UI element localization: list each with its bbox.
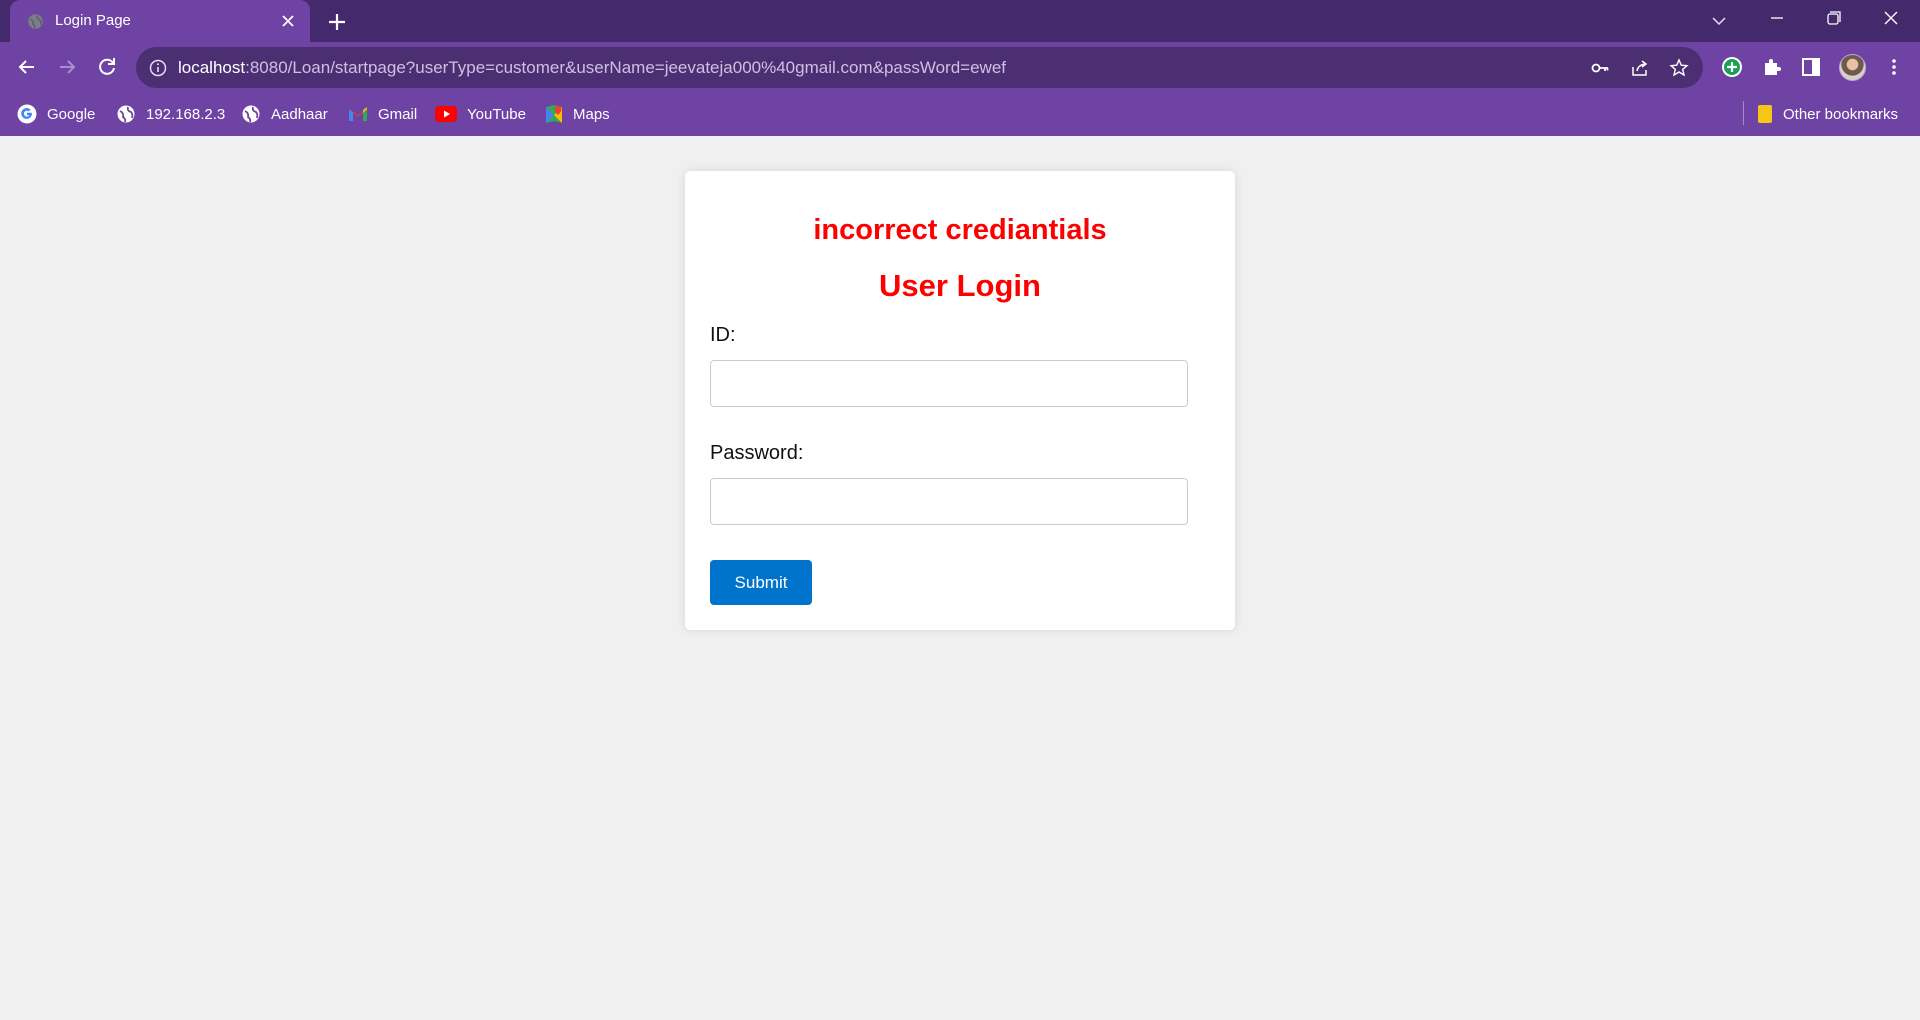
- login-card: incorrect crediantials User Login ID: Pa…: [685, 171, 1235, 630]
- globe-icon: [28, 14, 43, 29]
- browser-toolbar: localhost:8080/Loan/startpage?userType=c…: [0, 42, 1920, 92]
- star-bookmark-icon[interactable]: [1669, 58, 1689, 78]
- error-message: incorrect crediantials: [813, 214, 1107, 246]
- bookmark-google[interactable]: Google: [17, 102, 95, 126]
- other-bookmarks[interactable]: Other bookmarks: [1757, 102, 1898, 126]
- bookmarks-divider: [1743, 101, 1744, 125]
- side-panel-icon[interactable]: [1799, 55, 1823, 79]
- tab-title: Login Page: [55, 12, 131, 29]
- id-label: ID:: [710, 324, 736, 346]
- profile-avatar[interactable]: [1839, 54, 1866, 81]
- bookmark-192-168-2-3[interactable]: 192.168.2.3: [116, 102, 225, 126]
- more-menu-icon[interactable]: [1882, 55, 1906, 79]
- extension-plus-icon[interactable]: [1720, 55, 1744, 79]
- close-tab-icon[interactable]: [276, 9, 300, 33]
- maps-icon: [546, 105, 562, 123]
- page-title: User Login: [879, 268, 1041, 303]
- globe-icon: [242, 105, 260, 123]
- tab-login-page[interactable]: Login Page: [10, 0, 310, 42]
- share-icon[interactable]: [1630, 58, 1650, 78]
- restore-icon[interactable]: [1810, 5, 1856, 37]
- new-tab-icon[interactable]: [324, 9, 350, 35]
- forward-arrow-icon[interactable]: [53, 53, 81, 81]
- tab-search-icon[interactable]: [1696, 5, 1742, 37]
- extensions-puzzle-icon[interactable]: [1760, 55, 1784, 79]
- bookmark-aadhaar[interactable]: Aadhaar: [241, 102, 328, 126]
- url-host: localhost: [178, 58, 246, 77]
- bookmark-label: Google: [47, 105, 96, 123]
- bookmark-maps[interactable]: Maps: [545, 102, 610, 126]
- other-bookmarks-label: Other bookmarks: [1783, 105, 1899, 123]
- globe-icon: [117, 105, 135, 123]
- submit-button[interactable]: Submit: [710, 560, 812, 605]
- url-path: :8080/Loan/startpage?userType=customer&u…: [245, 58, 1006, 77]
- reload-icon[interactable]: [93, 53, 121, 81]
- url-text[interactable]: localhost:8080/Loan/startpage?userType=c…: [178, 58, 1006, 78]
- back-arrow-icon[interactable]: [13, 53, 41, 81]
- google-icon: [17, 104, 37, 124]
- address-bar[interactable]: localhost:8080/Loan/startpage?userType=c…: [136, 47, 1703, 88]
- bookmark-label: Maps: [573, 105, 610, 123]
- bookmark-youtube[interactable]: YouTube: [435, 102, 526, 126]
- minimize-icon[interactable]: [1754, 5, 1800, 37]
- bookmark-gmail[interactable]: Gmail: [348, 102, 417, 126]
- close-window-icon[interactable]: [1868, 5, 1914, 37]
- bookmark-label: Gmail: [378, 105, 418, 123]
- id-input[interactable]: [710, 360, 1188, 407]
- bookmarks-bar: Google 192.168.2.3 Aadhaar Gmail YouTube: [0, 92, 1920, 136]
- password-input[interactable]: [710, 478, 1188, 525]
- folder-icon: [1758, 105, 1772, 123]
- tab-strip: Login Page: [0, 0, 1920, 42]
- bookmark-label: Aadhaar: [271, 105, 328, 123]
- bookmark-label: YouTube: [467, 105, 526, 123]
- key-icon[interactable]: [1590, 58, 1610, 78]
- site-info-icon[interactable]: [149, 59, 167, 77]
- youtube-icon: [435, 106, 457, 122]
- gmail-icon: [349, 107, 367, 121]
- bookmark-label: 192.168.2.3: [146, 105, 226, 123]
- password-label: Password:: [710, 442, 804, 464]
